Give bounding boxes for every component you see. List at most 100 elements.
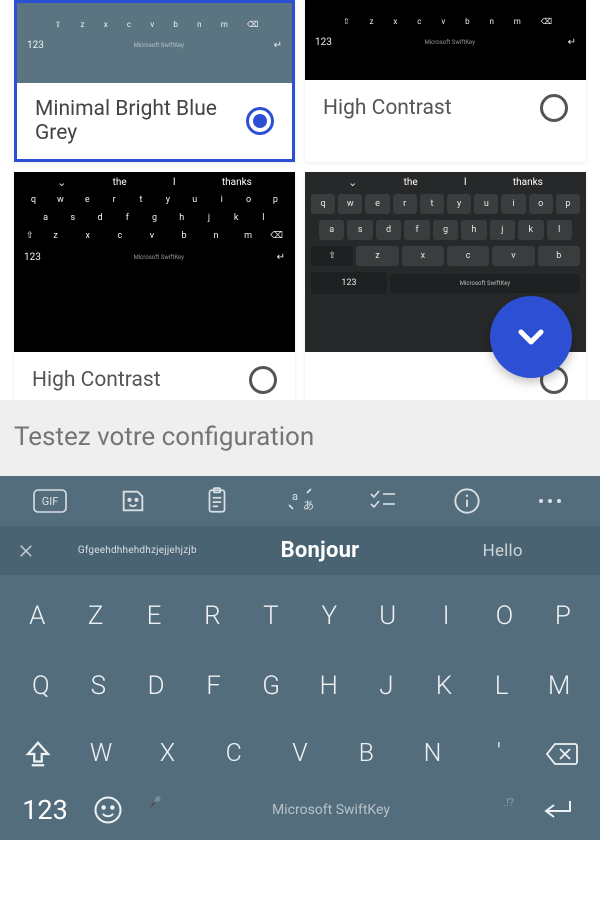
- brand-label: Microsoft SwiftKey: [133, 254, 184, 261]
- enter-key[interactable]: [526, 797, 590, 823]
- key: s: [63, 213, 83, 223]
- shift-key[interactable]: [8, 729, 68, 778]
- key-b: b: [173, 20, 178, 29]
- key: j: [199, 213, 219, 223]
- numeric-key: 123: [311, 272, 387, 294]
- key-c: c: [127, 20, 131, 29]
- key-b[interactable]: B: [333, 729, 399, 778]
- theme-card-highcontrast-2[interactable]: ⌄ the I thanks q w e r t y u i o p a s d: [14, 172, 295, 400]
- test-config-input[interactable]: [14, 422, 586, 452]
- confirm-fab[interactable]: [490, 296, 572, 378]
- key-apostrophe[interactable]: ': [466, 729, 532, 778]
- key-g[interactable]: G: [242, 661, 300, 711]
- key: b: [174, 231, 194, 241]
- key: r: [393, 194, 417, 214]
- theme-card-highcontrast-1[interactable]: ⇧ z x c v b n m ⌫ 123 Microsoft SwiftKey…: [305, 0, 586, 162]
- radio-selected-icon[interactable]: [246, 107, 274, 135]
- key: p: [265, 195, 285, 205]
- suggestion: thanks: [513, 177, 543, 188]
- key: d: [90, 213, 110, 223]
- clipboard-icon[interactable]: [175, 486, 258, 516]
- key-m[interactable]: M: [530, 661, 588, 711]
- key-r[interactable]: R: [183, 591, 241, 641]
- key-p[interactable]: P: [534, 591, 592, 641]
- radio-icon[interactable]: [540, 94, 568, 122]
- backspace-icon: ⌫: [247, 20, 258, 29]
- key-n[interactable]: N: [399, 729, 465, 778]
- gif-icon[interactable]: GIF: [8, 489, 91, 513]
- expand-icon: ⌄: [57, 176, 66, 189]
- key-u[interactable]: U: [358, 591, 416, 641]
- key-f[interactable]: F: [185, 661, 243, 711]
- radio-icon[interactable]: [249, 366, 277, 394]
- space-key[interactable]: 🎤 Microsoft SwiftKey .!?: [136, 802, 526, 818]
- return-icon: ↵: [568, 37, 576, 48]
- key-v: v: [150, 20, 154, 29]
- expand-icon: ⌄: [348, 176, 357, 189]
- sticker-icon[interactable]: [91, 487, 174, 515]
- suggestion-1[interactable]: Gfgeehdhhehdhzjejjehjzjb: [46, 545, 229, 556]
- key-w[interactable]: W: [68, 729, 134, 778]
- keyboard: GIF aあ Gfgeehdhhehdhzjejjehjzjb Bonjour …: [0, 476, 600, 840]
- info-icon[interactable]: [425, 487, 508, 515]
- key-a[interactable]: A: [8, 591, 66, 641]
- tasks-icon[interactable]: [342, 488, 425, 514]
- backspace-key[interactable]: [532, 729, 592, 778]
- numeric-key: 123: [24, 252, 41, 263]
- shift-icon: ⇧: [311, 246, 353, 266]
- key: z: [356, 246, 398, 266]
- key-z: z: [81, 20, 85, 29]
- svg-text:あ: あ: [303, 499, 314, 512]
- key: n: [206, 231, 226, 241]
- space-brand-label: Microsoft SwiftKey: [272, 802, 390, 818]
- key-row-3: W X C V B N ': [0, 721, 600, 786]
- svg-text:a: a: [292, 490, 298, 503]
- key-x[interactable]: X: [134, 729, 200, 778]
- key-b: b: [465, 17, 470, 26]
- suggestion: thanks: [222, 177, 252, 188]
- key: s: [347, 220, 372, 240]
- key-z: z: [370, 17, 374, 26]
- suggestion: I: [173, 177, 176, 188]
- key-d[interactable]: D: [127, 661, 185, 711]
- shift-icon: ⇧: [26, 231, 34, 241]
- key: a: [319, 220, 344, 240]
- key-j[interactable]: J: [358, 661, 416, 711]
- more-icon[interactable]: [509, 497, 592, 505]
- key: e: [77, 195, 97, 205]
- suggestion-2[interactable]: Bonjour: [229, 538, 412, 563]
- key: t: [131, 195, 151, 205]
- numeric-key[interactable]: 123: [10, 794, 80, 826]
- key-i[interactable]: I: [417, 591, 475, 641]
- key-h[interactable]: H: [300, 661, 358, 711]
- key-z[interactable]: Z: [66, 591, 124, 641]
- theme-preview: ⇧ z x c v b n m ⌫ 123 Microsoft SwiftKey…: [305, 0, 586, 80]
- key: l: [253, 213, 273, 223]
- key: q: [23, 195, 43, 205]
- suggestion: the: [404, 177, 418, 188]
- close-suggestions-icon[interactable]: [6, 542, 46, 560]
- emoji-key[interactable]: [80, 795, 136, 825]
- key-k[interactable]: K: [415, 661, 473, 711]
- key-s[interactable]: S: [70, 661, 128, 711]
- key: j: [490, 220, 515, 240]
- translate-icon[interactable]: aあ: [258, 487, 341, 515]
- theme-card-bluegrey[interactable]: ⇧ z x c v b n m ⌫ 123 Microsoft SwiftKey…: [14, 0, 295, 162]
- key-c[interactable]: C: [201, 729, 267, 778]
- key: x: [402, 246, 444, 266]
- key: l: [547, 220, 572, 240]
- key-q[interactable]: Q: [12, 661, 70, 711]
- key: u: [185, 195, 205, 205]
- key-o[interactable]: O: [475, 591, 533, 641]
- key-y[interactable]: Y: [300, 591, 358, 641]
- suggestion-bar: Gfgeehdhhehdhzjejjehjzjb Bonjour Hello: [0, 526, 600, 575]
- key: q: [311, 194, 335, 214]
- key-t[interactable]: T: [242, 591, 300, 641]
- key-e[interactable]: E: [125, 591, 183, 641]
- suggestion-3[interactable]: Hello: [411, 541, 594, 561]
- key: g: [144, 213, 164, 223]
- key-v[interactable]: V: [267, 729, 333, 778]
- return-icon: ↵: [274, 40, 282, 51]
- key-l[interactable]: L: [473, 661, 531, 711]
- shift-icon: ⇧: [55, 20, 62, 29]
